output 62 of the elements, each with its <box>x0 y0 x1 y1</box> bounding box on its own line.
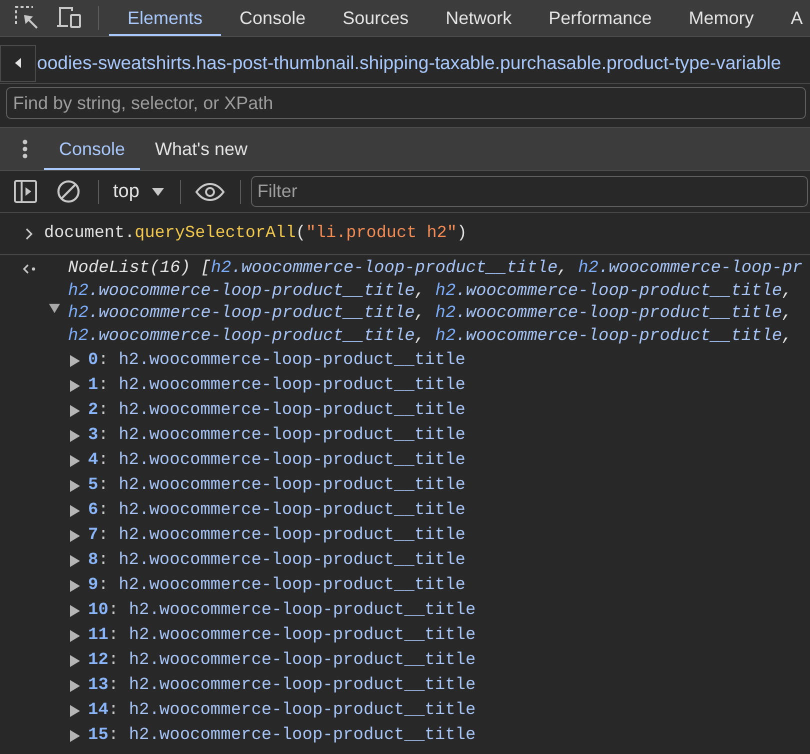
panel-tab[interactable]: Elements <box>109 0 222 36</box>
drawer-tab[interactable]: Console <box>44 128 140 170</box>
node-entry: 14: h2.woocommerce-loop-product__title <box>88 701 476 720</box>
scroll-left-button[interactable] <box>0 44 36 82</box>
expand-triangle-icon[interactable] <box>70 480 80 492</box>
node-entry: 3: h2.woocommerce-loop-product__title <box>88 426 466 445</box>
node-entry: 13: h2.woocommerce-loop-product__title <box>88 676 476 695</box>
expand-triangle-icon[interactable] <box>70 354 80 366</box>
expand-triangle-icon[interactable] <box>70 530 80 542</box>
node-entry: 4: h2.woocommerce-loop-product__title <box>88 451 466 470</box>
panel-tab[interactable]: Performance <box>530 0 670 36</box>
expand-triangle-icon[interactable] <box>70 554 80 566</box>
node-entry: 7: h2.woocommerce-loop-product__title <box>88 526 466 545</box>
expand-triangle-icon[interactable] <box>70 580 80 592</box>
dashed-box-arrow-icon[interactable] <box>14 5 40 31</box>
panel-tab[interactable]: Memory <box>670 0 772 36</box>
chevron-icon <box>25 228 33 240</box>
context-dropdown[interactable]: top <box>113 180 164 202</box>
node-entry: 2: h2.woocommerce-loop-product__title <box>88 401 466 420</box>
block-icon[interactable] <box>57 180 80 203</box>
node-entry: 5: h2.woocommerce-loop-product__title <box>88 476 466 495</box>
expand-triangle-icon[interactable] <box>70 730 80 742</box>
node-entry: 8: h2.woocommerce-loop-product__title <box>88 551 466 570</box>
return-arrow-icon <box>22 264 36 274</box>
expand-triangle-icon[interactable] <box>49 302 60 314</box>
output-line: h2.woocommerce-loop-product__title, h2.woocommerce-loop-product__title, <box>68 303 794 325</box>
output-line: h2.woocommerce-loop-product__title, h2.woocommerce-loop-product__title, <box>68 326 794 348</box>
node-entry: 15: h2.woocommerce-loop-product__title <box>88 726 476 745</box>
expand-triangle-icon[interactable] <box>70 454 80 466</box>
console-input-line: document.querySelectorAll("li.product h2") <box>44 224 467 243</box>
drawer-tab[interactable]: What's new <box>140 128 263 170</box>
output-line: NodeList(16) [h2.woocommerce-loop-product__title, h2.woocommerce-loop-pr <box>68 258 804 280</box>
expand-triangle-icon[interactable] <box>70 504 80 516</box>
left-triangle-icon <box>15 58 21 68</box>
expand-triangle-icon[interactable] <box>70 430 80 442</box>
eye-icon[interactable] <box>195 182 226 200</box>
panel-tab[interactable]: Sources <box>324 0 428 36</box>
expand-triangle-icon[interactable] <box>70 630 80 642</box>
panel-tab[interactable]: A <box>772 0 810 36</box>
expand-triangle-icon[interactable] <box>70 680 80 692</box>
filter-field[interactable]: Filter <box>251 176 808 207</box>
node-entry: 0: h2.woocommerce-loop-product__title <box>88 351 466 370</box>
device-icon[interactable] <box>56 7 82 29</box>
expand-triangle-icon[interactable] <box>70 654 80 666</box>
expand-triangle-icon[interactable] <box>70 380 80 392</box>
panel-tab[interactable]: Network <box>427 0 530 36</box>
panel-tab[interactable]: Console <box>221 0 324 36</box>
node-entry: 12: h2.woocommerce-loop-product__title <box>88 651 476 670</box>
node-entry: 1: h2.woocommerce-loop-product__title <box>88 376 466 395</box>
output-line: h2.woocommerce-loop-product__title, h2.woocommerce-loop-product__title, <box>68 280 794 302</box>
node-entry: 9: h2.woocommerce-loop-product__title <box>88 576 466 595</box>
sidebar-icon[interactable] <box>14 180 37 203</box>
node-entry: 10: h2.woocommerce-loop-product__title <box>88 601 476 620</box>
node-entry: 11: h2.woocommerce-loop-product__title <box>88 626 476 645</box>
expand-triangle-icon[interactable] <box>70 404 80 416</box>
breadcrumb-item[interactable]: oodies-sweatshirts.has-post-thumbnail.shipping-taxable.purchasable.product-type-variable <box>37 52 782 74</box>
expand-triangle-icon[interactable] <box>70 604 80 616</box>
expand-triangle-icon[interactable] <box>70 704 80 716</box>
search-field[interactable]: Find by string, selector, or XPath <box>6 87 806 119</box>
caret-icon <box>152 188 164 196</box>
more-icon[interactable] <box>22 139 28 159</box>
node-entry: 6: h2.woocommerce-loop-product__title <box>88 501 466 520</box>
